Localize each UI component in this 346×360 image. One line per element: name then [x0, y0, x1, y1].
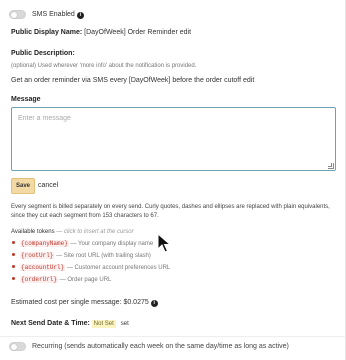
save-button[interactable]: Save: [11, 178, 35, 194]
bullet-icon: [12, 241, 15, 244]
billing-note: Every segment is billed separately on ev…: [11, 204, 330, 219]
divider: [0, 336, 346, 337]
tokens-heading-row: Available tokens — click to insert at th…: [11, 229, 134, 235]
token-code[interactable]: {rootUrl}: [20, 252, 55, 259]
toggle-knob: [11, 12, 17, 18]
bullet-icon: [12, 253, 15, 256]
display-name-edit-link[interactable]: edit: [180, 29, 191, 36]
sms-enabled-label-row: SMS Enabled i: [32, 11, 84, 19]
not-set-badge: Not Set: [91, 320, 116, 328]
info-icon[interactable]: i: [150, 300, 158, 307]
bullet-icon: [12, 265, 15, 268]
bullet-icon: [12, 277, 15, 280]
description-optional-note: (optional) Used wherever 'more info' abo…: [11, 63, 197, 69]
set-link[interactable]: set: [121, 321, 129, 327]
token-item[interactable]: {rootUrl} — Site root URL (with trailing…: [12, 252, 151, 259]
message-label: Message: [11, 96, 41, 103]
cancel-link[interactable]: cancel: [38, 182, 58, 189]
token-description: — Site root URL (with trailing slash): [56, 253, 151, 259]
token-item[interactable]: {orderUrl} — Order page URL: [12, 276, 111, 283]
token-item[interactable]: {accountUrl} — Customer account preferen…: [12, 264, 170, 271]
next-send-row: Next Send Date & Time: Not Set set: [11, 320, 129, 328]
display-name-label: Public Display Name:: [11, 29, 83, 36]
recurring-label: Recurring (sends automatically each week…: [32, 343, 289, 350]
recurring-toggle[interactable]: [9, 342, 26, 351]
token-description: — Customer account preferences URL: [66, 265, 171, 271]
token-description: — Your company display name: [70, 241, 154, 247]
tokens-heading: Available tokens: [11, 229, 55, 235]
notification-settings-panel: SMS Enabled i Public Display Name: [DayO…: [0, 0, 346, 360]
cost-row: Estimated cost per single message: $0.02…: [11, 299, 158, 307]
tokens-hint: — click to insert at the cursor: [56, 229, 134, 235]
display-name-row: Public Display Name: [DayOfWeek] Order R…: [11, 29, 191, 36]
message-placeholder: Enter a message: [18, 115, 71, 122]
info-icon[interactable]: i: [76, 12, 84, 19]
cost-value: $0.0275: [123, 299, 149, 306]
token-code[interactable]: {orderUrl}: [20, 276, 59, 283]
token-description: — Order page URL: [59, 277, 112, 283]
mouse-pointer-icon: [157, 233, 171, 253]
resize-grip-icon[interactable]: [328, 163, 334, 169]
next-send-label: Next Send Date & Time:: [11, 320, 90, 327]
token-item[interactable]: {companyName} — Your company display nam…: [12, 240, 153, 247]
token-code[interactable]: {companyName}: [20, 240, 69, 247]
description-edit-link[interactable]: edit: [243, 77, 254, 84]
display-name-value: [DayOfWeek] Order Reminder: [84, 29, 178, 36]
token-code[interactable]: {accountUrl}: [20, 264, 66, 271]
cost-label: Estimated cost per single message:: [11, 299, 122, 306]
toggle-knob: [11, 344, 17, 350]
sms-enabled-toggle[interactable]: [9, 10, 26, 19]
description-value: Get an order reminder via SMS every [Day…: [11, 77, 242, 84]
sms-enabled-label: SMS Enabled: [32, 11, 75, 18]
description-row: Get an order reminder via SMS every [Day…: [11, 77, 254, 84]
description-label: Public Description:: [11, 50, 75, 57]
message-textarea[interactable]: Enter a message: [11, 107, 336, 171]
